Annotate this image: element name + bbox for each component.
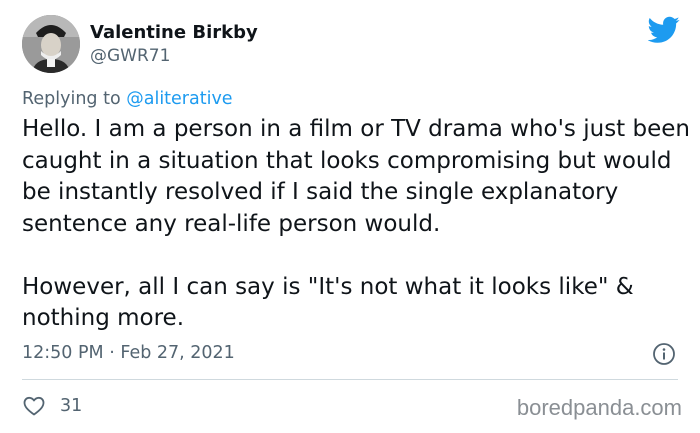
tweet-paragraph: Hello. I am a person in a film or TV dra…	[22, 116, 690, 237]
watermark: boredpanda.com	[516, 395, 682, 420]
divider	[22, 379, 678, 380]
author-handle[interactable]: @GWR71	[90, 46, 170, 66]
heart-icon	[23, 396, 45, 416]
like-button[interactable]: 31	[22, 394, 82, 418]
info-icon[interactable]	[652, 342, 676, 366]
like-count: 31	[60, 396, 83, 416]
tweet-timestamp[interactable]: 12:50 PM · Feb 27, 2021	[22, 343, 235, 363]
tweet-text: Hello. I am a person in a film or TV dra…	[22, 114, 692, 335]
reply-context: Replying to @aliterative	[22, 89, 233, 109]
twitter-bird-icon	[648, 16, 680, 43]
tweet-paragraph: However, all I can say is "It's not what…	[22, 273, 634, 332]
author-name[interactable]: Valentine Birkby	[90, 22, 258, 43]
avatar[interactable]	[22, 15, 80, 73]
reply-prefix: Replying to	[22, 89, 127, 109]
reply-mention-link[interactable]: @aliterative	[126, 89, 232, 109]
